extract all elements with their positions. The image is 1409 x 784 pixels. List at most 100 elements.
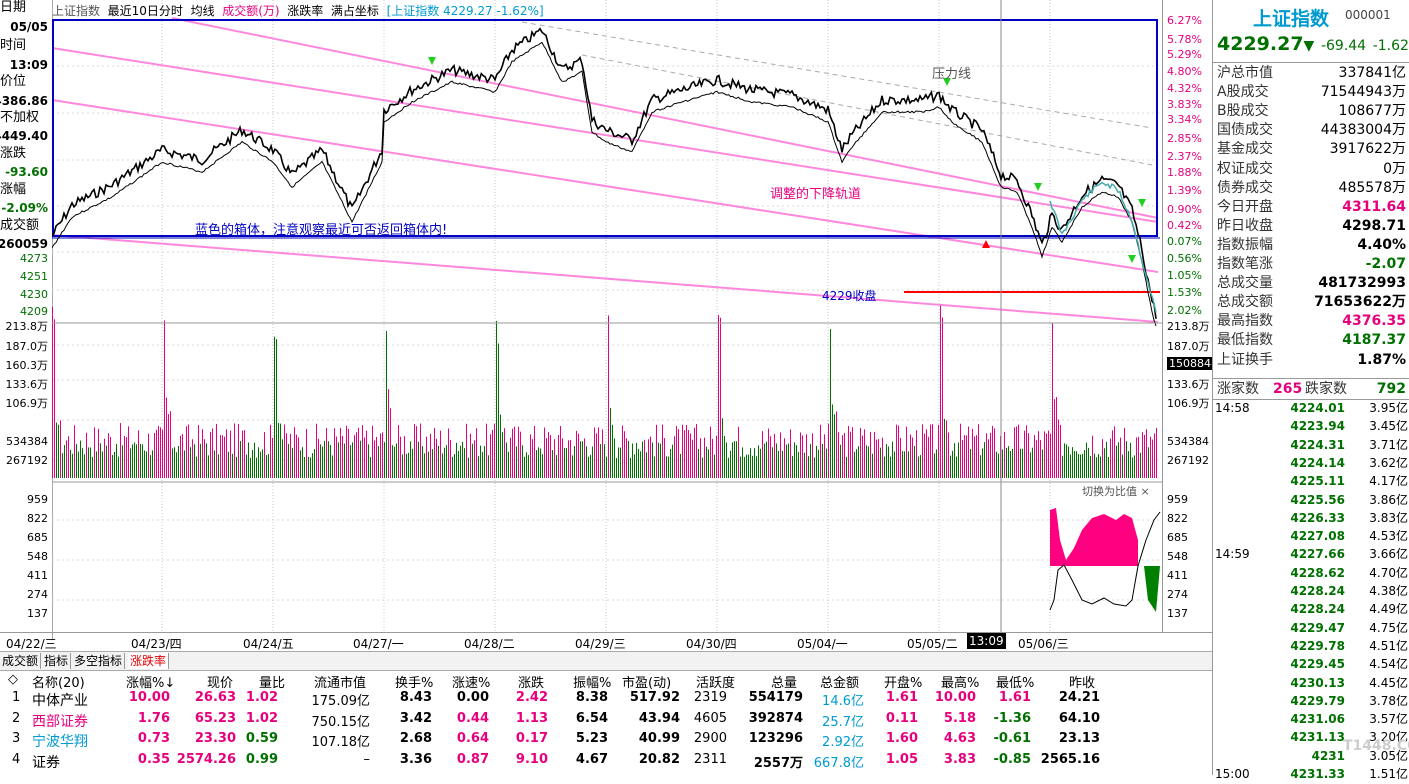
- volume-bar: [862, 435, 863, 478]
- tick-row[interactable]: 14:59 4227.66 3.66亿: [1213, 545, 1409, 564]
- volume-bar: [526, 452, 527, 478]
- volume-bar: [704, 437, 705, 478]
- volume-bar: [982, 448, 983, 478]
- volume-bar: [816, 445, 817, 478]
- tick-row[interactable]: 4224.14 3.62亿: [1213, 454, 1409, 473]
- table-row[interactable]: 4 证券 0.35 2574.26 0.99 – 3.36 0.87 9.10 4.67 20.82…: [0, 752, 1212, 772]
- table-cell: 0.11: [885, 710, 918, 726]
- tab-rate[interactable]: 涨跌率: [128, 653, 170, 669]
- tick-row[interactable]: 4229.78 4.51亿: [1213, 637, 1409, 656]
- pressure-annotation: 压力线: [932, 67, 972, 82]
- header-period[interactable]: 最近10日分时: [108, 4, 183, 18]
- volume-bar: [954, 443, 955, 478]
- tab-longshort[interactable]: 多空指标: [72, 653, 126, 669]
- volume-bar: [454, 454, 455, 478]
- column-header[interactable]: 涨速%: [452, 672, 490, 691]
- tick-row[interactable]: 4225.11 4.17亿: [1213, 472, 1409, 491]
- header-volume[interactable]: 成交额(万): [222, 4, 279, 18]
- column-header[interactable]: 市盈(动): [622, 672, 671, 691]
- tick-row[interactable]: 4228.24 4.38亿: [1213, 582, 1409, 601]
- volume-bar: [970, 449, 971, 478]
- volume-bar: [122, 445, 123, 478]
- tick-price: 4226.33: [1290, 510, 1345, 525]
- volume-bar: [370, 457, 371, 478]
- tick-row[interactable]: 4229.79 3.78亿: [1213, 692, 1409, 711]
- tick-row[interactable]: 4229.45 4.54亿: [1213, 655, 1409, 674]
- chart-canvas[interactable]: [51, 0, 1162, 632]
- volume-bar: [604, 444, 605, 478]
- price-label: 价位: [0, 74, 27, 89]
- column-header[interactable]: 开盘%: [884, 672, 922, 691]
- stat-label: 指数笔涨: [1217, 256, 1273, 272]
- column-header[interactable]: 流通市值: [314, 672, 366, 691]
- volume-bar: [1078, 453, 1079, 478]
- table-cell: 0.73: [137, 731, 170, 746]
- table-row[interactable]: 3 宁波华翔 0.73 23.30 0.59 107.18亿 2.68 0.64 0.17 5.2…: [0, 731, 1212, 751]
- tick-vol: 3.86亿: [1369, 492, 1408, 507]
- volume-bar: [194, 444, 195, 478]
- column-header[interactable]: 涨跌: [518, 672, 544, 691]
- volume-bar: [804, 452, 805, 478]
- tick-row[interactable]: 4226.33 3.83亿: [1213, 509, 1409, 528]
- column-header[interactable]: 量比: [259, 672, 285, 691]
- volume-bar: [960, 423, 961, 478]
- table-row[interactable]: 1 中体产业 10.00 26.63 1.02 175.09亿 8.43 0.00 2.42 8.…: [0, 690, 1212, 710]
- column-header[interactable]: 总量: [771, 672, 797, 691]
- volume-bar: [856, 449, 857, 478]
- volume-bar: [444, 447, 445, 478]
- column-header[interactable]: 振幅%: [573, 672, 611, 691]
- close-icon[interactable]: ×: [1141, 485, 1150, 498]
- header-scale[interactable]: 满占坐标: [331, 4, 379, 18]
- tick-row[interactable]: 4223.94 3.45亿: [1213, 417, 1409, 436]
- tick-row[interactable]: 14:58 4224.01 3.95亿: [1213, 399, 1409, 418]
- header-rate[interactable]: 涨跌率: [287, 4, 323, 18]
- volume-bar: [246, 454, 247, 478]
- tick-row[interactable]: 4230.13 4.45亿: [1213, 674, 1409, 693]
- column-header[interactable]: 换手%: [395, 672, 433, 691]
- tick-row[interactable]: 4227.08 4.53亿: [1213, 527, 1409, 546]
- volume-bar: [1138, 436, 1139, 478]
- volume-bar: [1088, 447, 1089, 478]
- tab-volume[interactable]: 成交额: [0, 653, 42, 669]
- volume-bar: [506, 442, 507, 478]
- column-header[interactable]: 名称(20): [32, 672, 85, 691]
- tick-row[interactable]: 4228.62 4.70亿: [1213, 564, 1409, 583]
- table-cell: -1.36: [993, 710, 1031, 726]
- column-header[interactable]: 最高%: [941, 672, 979, 691]
- volume-bar: [488, 455, 489, 478]
- column-header[interactable]: 现价: [207, 672, 233, 691]
- volume-bar: [876, 439, 877, 478]
- tab-indicator[interactable]: 指标: [42, 653, 72, 669]
- tick-vol: 4.75亿: [1369, 620, 1408, 635]
- tick-row[interactable]: 4224.31 3.71亿: [1213, 436, 1409, 455]
- column-header[interactable]: 涨幅%↓: [126, 672, 175, 691]
- volume-bar: [752, 455, 753, 478]
- stat-row: 指数振幅 4.40%: [1213, 236, 1409, 255]
- column-header[interactable]: 总金额: [820, 672, 859, 691]
- volume-bar: [208, 455, 209, 478]
- tick-row[interactable]: 4228.24 4.49亿: [1213, 600, 1409, 619]
- column-header[interactable]: 最低%: [996, 672, 1034, 691]
- switch-ratio-label[interactable]: 切换为比值: [1082, 485, 1137, 498]
- column-header[interactable]: 活跃度: [696, 672, 735, 691]
- volume-bar: [914, 445, 915, 478]
- volume-bar: [694, 427, 695, 478]
- volume-bar: [478, 456, 479, 478]
- vol-tick-left: 106.9万: [5, 397, 49, 410]
- column-header[interactable]: 昨收: [1069, 672, 1095, 691]
- table-cell: 10.00: [934, 690, 976, 705]
- tick-row[interactable]: 4229.47 4.75亿: [1213, 619, 1409, 638]
- intraday-chart[interactable]: 上证指数 最近10日分时 均线 成交额(万) 涨跌率 满占坐标 [上证指数 42…: [51, 0, 1162, 632]
- table-row[interactable]: 2 西部证券 1.76 65.23 1.02 750.15亿 3.42 0.44 1.13 6.5…: [0, 711, 1212, 731]
- tick-row[interactable]: 4231.06 3.57亿: [1213, 710, 1409, 729]
- header-ma[interactable]: 均线: [191, 4, 215, 18]
- switch-ratio-link[interactable]: 切换为比值 ×: [1082, 483, 1150, 499]
- volume-bar: [728, 457, 729, 478]
- tick-row[interactable]: 4225.56 3.86亿: [1213, 491, 1409, 510]
- tick-time: 14:58: [1215, 401, 1250, 415]
- volume-bar: [292, 447, 293, 478]
- volume-bar: [922, 424, 923, 478]
- volume-bar: [272, 437, 273, 478]
- volume-bar: [980, 455, 981, 478]
- volume-bar: [206, 443, 207, 478]
